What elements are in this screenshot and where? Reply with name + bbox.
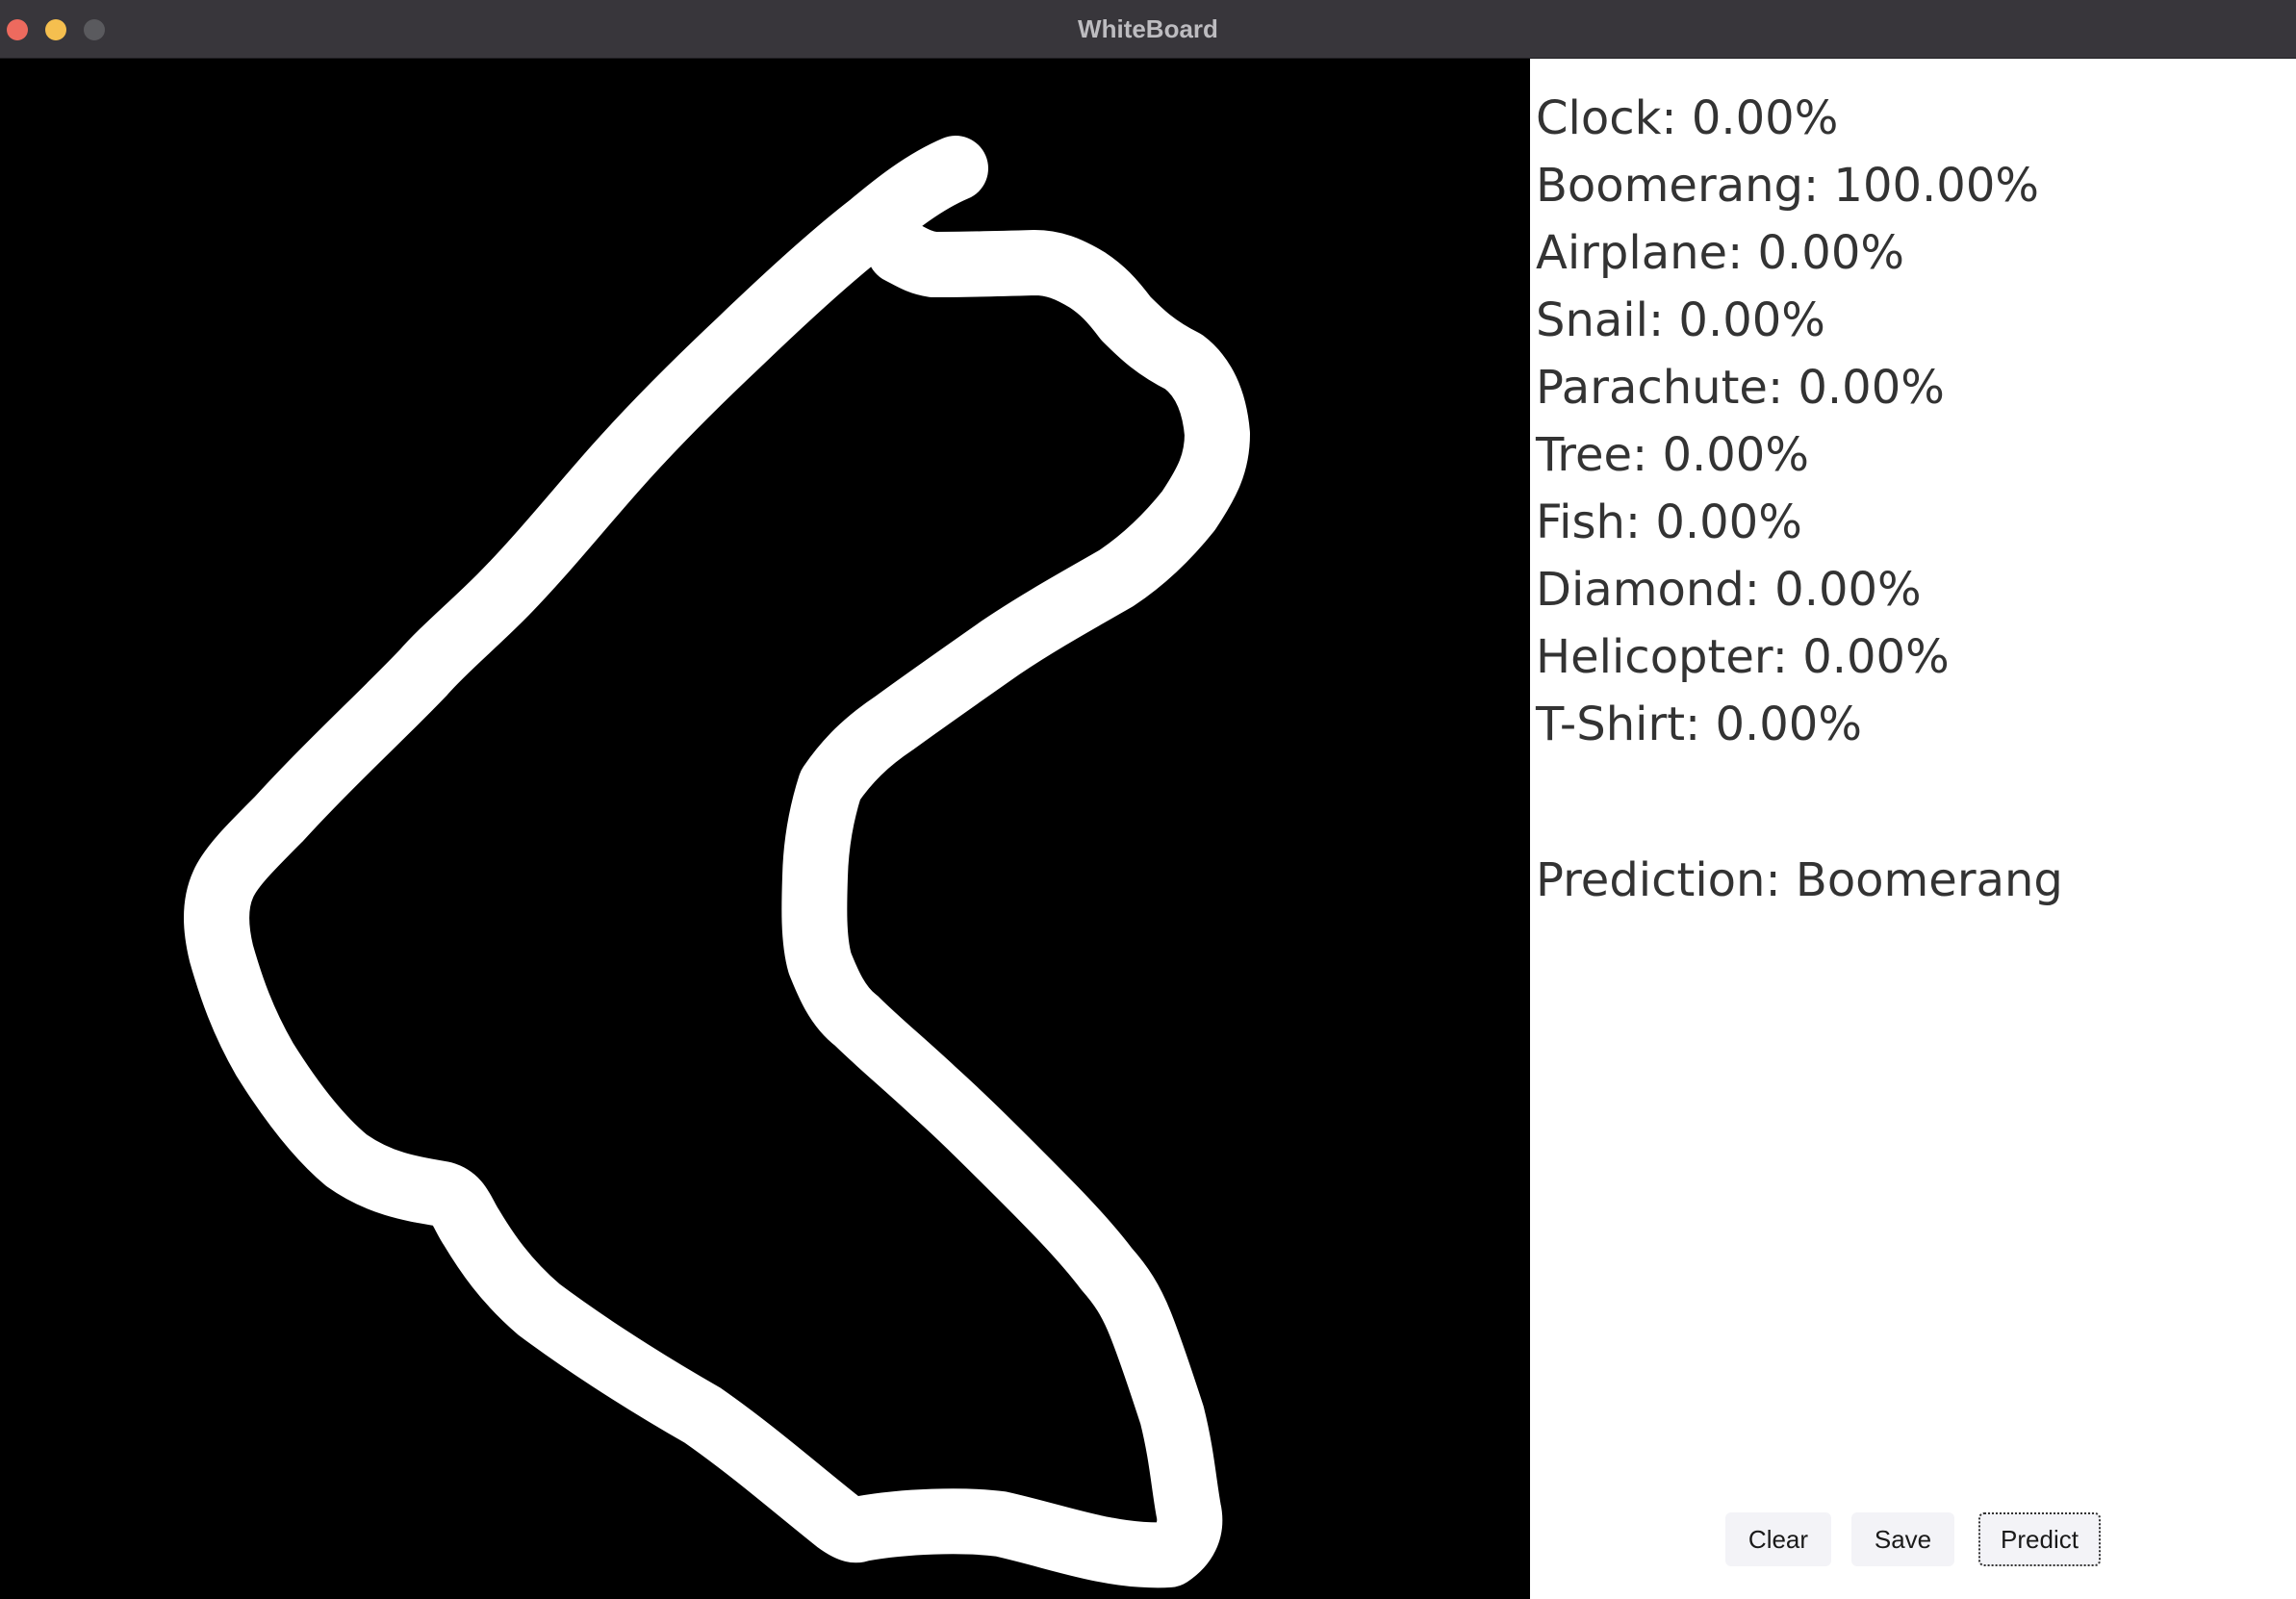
probability-snail: Snail: 0.00% [1536, 293, 1825, 347]
prediction-result: Prediction: Boomerang [1536, 853, 2063, 907]
probability-tshirt: T-Shirt: 0.00% [1536, 698, 1862, 751]
title-bar: WhiteBoard [0, 0, 2296, 59]
save-button[interactable]: Save [1851, 1512, 1954, 1566]
probability-clock: Clock: 0.00% [1536, 91, 1839, 145]
probability-boomerang: Boomerang: 100.00% [1536, 159, 2039, 213]
window-title: WhiteBoard [1078, 14, 1218, 43]
prediction-panel: Clock: 0.00% Boomerang: 100.00% Airplane… [1530, 59, 2296, 1599]
probability-parachute: Parachute: 0.00% [1536, 361, 1945, 415]
probability-fish: Fish: 0.00% [1536, 495, 1802, 549]
probability-diamond: Diamond: 0.00% [1536, 563, 1922, 617]
drawing-stroke-layer [184, 136, 1250, 1588]
probability-helicopter: Helicopter: 0.00% [1536, 630, 1950, 684]
whiteboard-window: WhiteBoard Clock: 0.00% Boomerang: 100.0… [0, 0, 2296, 1599]
predict-button[interactable]: Predict [1978, 1512, 2101, 1566]
probability-airplane: Airplane: 0.00% [1536, 226, 1904, 280]
clear-button[interactable]: Clear [1725, 1512, 1831, 1566]
probability-tree: Tree: 0.00% [1536, 428, 1809, 482]
drawn-stroke [184, 136, 1250, 1588]
drawing-canvas[interactable] [0, 59, 1530, 1599]
